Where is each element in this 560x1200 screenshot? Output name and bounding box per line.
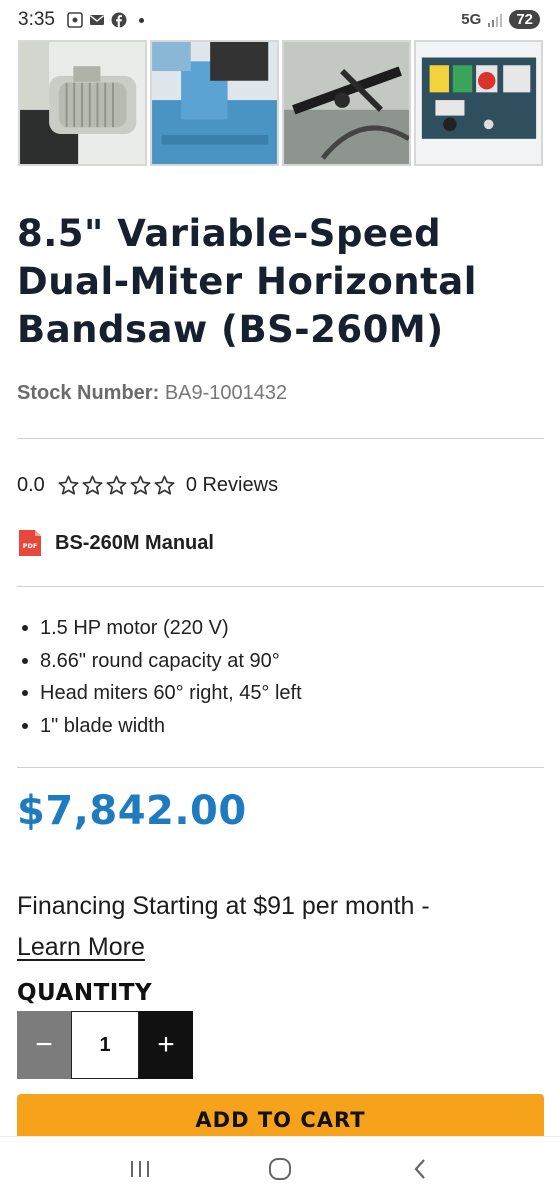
mail-icon [89, 15, 104, 25]
home-icon [269, 1157, 291, 1180]
thumbnail-vise[interactable] [150, 40, 279, 166]
status-right: 5G 72 [461, 10, 540, 29]
pdf-file-icon: PDF [19, 530, 41, 556]
home-button[interactable] [260, 1149, 300, 1189]
more-notifications-dot [138, 17, 144, 23]
signal-icon [488, 13, 503, 27]
learn-more-link[interactable]: Learn More [17, 933, 145, 961]
feature-item: 8.66" round capacity at 90° [22, 645, 302, 678]
star-outline-icon [154, 475, 175, 495]
status-time: 3:35 [18, 9, 55, 30]
product-price: $7,842.00 [17, 788, 247, 834]
reviews-link[interactable]: 0 Reviews [186, 474, 278, 497]
quantity-label: QUANTITY [17, 980, 153, 1006]
screenshot-icon [67, 12, 83, 28]
pdf-badge-text: PDF [23, 542, 38, 550]
divider [17, 767, 544, 768]
feature-text: Head miters 60° right, 45° left [40, 682, 302, 704]
manual-row[interactable]: PDF BS-260M Manual [17, 528, 214, 558]
feature-item: 1.5 HP motor (220 V) [22, 612, 302, 645]
star-outline-icon [106, 475, 127, 495]
feature-text: 1.5 HP motor (220 V) [40, 617, 229, 639]
bullet-icon [22, 722, 28, 729]
stock-number-row: Stock Number: BA9-1001432 [17, 382, 287, 405]
handle-image [284, 42, 409, 164]
feature-item: 1" blade width [22, 710, 302, 743]
star-outline-icon [130, 475, 151, 495]
manual-link[interactable]: BS-260M Manual [55, 532, 214, 555]
rating-stars [57, 474, 176, 497]
feature-text: 8.66" round capacity at 90° [40, 649, 280, 672]
feature-item: Head miters 60° right, 45° left [22, 677, 302, 710]
decrease-quantity-button[interactable]: − [17, 1011, 71, 1079]
thumbnail-motor[interactable] [18, 40, 147, 166]
financing-info: Financing Starting at $91 per month - Le… [17, 886, 547, 968]
increase-quantity-button[interactable]: + [139, 1011, 193, 1079]
rating-row[interactable]: 0.0 0 Reviews [17, 474, 278, 497]
bullet-icon [22, 625, 28, 632]
stock-number-value: BA9-1001432 [164, 382, 288, 404]
vise-image [152, 42, 277, 164]
star-outline-icon [58, 475, 79, 495]
stock-number-label: Stock Number: [17, 382, 160, 404]
quantity-stepper: − + [17, 1011, 193, 1079]
status-notification-icons [67, 12, 144, 28]
facebook-icon [111, 12, 127, 28]
star-outline-icon [82, 475, 103, 495]
quantity-input[interactable] [71, 1011, 139, 1079]
status-bar: 3:35 5G 72 [0, 0, 560, 40]
recent-apps-icon [131, 1160, 149, 1177]
control-panel-image [416, 42, 541, 164]
thumbnail-control-panel[interactable] [414, 40, 543, 166]
bullet-icon [22, 690, 28, 697]
back-button[interactable] [400, 1149, 440, 1189]
network-label: 5G [461, 11, 482, 28]
rating-value: 0.0 [17, 474, 45, 496]
product-thumbnail-strip[interactable] [0, 40, 560, 168]
recent-apps-button[interactable] [120, 1149, 160, 1189]
system-navigation-bar [0, 1136, 560, 1200]
back-chevron-icon [414, 1158, 425, 1179]
motor-image [20, 42, 145, 164]
product-title: 8.5" Variable-Speed Dual-Miter Horizonta… [17, 212, 477, 351]
feature-list: 1.5 HP motor (220 V) 8.66" round capacit… [22, 612, 302, 742]
divider [17, 438, 544, 439]
divider [17, 586, 544, 587]
thumbnail-handle[interactable] [282, 40, 411, 166]
bullet-icon [22, 657, 28, 664]
battery-indicator: 72 [509, 10, 540, 29]
add-to-cart-button[interactable]: ADD TO CART [17, 1094, 544, 1138]
financing-text: Financing Starting at $91 per month - [17, 892, 430, 920]
feature-text: 1" blade width [40, 714, 165, 737]
